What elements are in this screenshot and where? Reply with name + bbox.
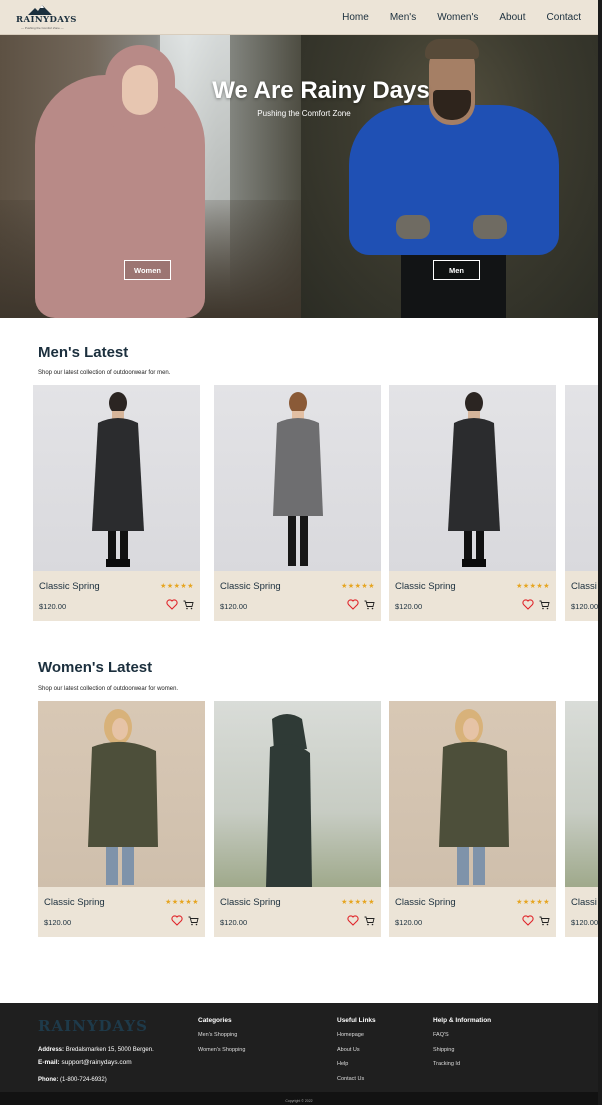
product-image[interactable] <box>565 701 598 887</box>
product-price: $120.00 <box>39 602 67 611</box>
product-card[interactable]: Classic Spring ★★★★★ $120.00 <box>214 385 381 621</box>
womens-section-title: Women's Latest <box>38 659 153 676</box>
product-name[interactable]: Classi <box>571 581 597 592</box>
mens-section-subtitle: Shop our latest collection of outdoorwea… <box>38 370 171 376</box>
product-price: $120.00 <box>220 602 248 611</box>
product-price: $120.00 <box>571 602 598 611</box>
product-name[interactable]: Classic Spring <box>220 581 281 592</box>
footer-link-help[interactable]: Help <box>337 1061 376 1067</box>
site-footer: RAINYDAYS Address: Bredalsmarken 15, 500… <box>0 1003 598 1105</box>
mountain-logo-icon <box>28 5 52 15</box>
heart-icon[interactable] <box>347 599 359 610</box>
product-card[interactable]: Classic Spring ★★★★★ $120.00 <box>33 385 200 621</box>
footer-link-contact[interactable]: Contact Us <box>337 1076 376 1082</box>
footer-email: E-mail: support@rainydays.com <box>38 1059 132 1066</box>
product-image[interactable] <box>33 385 200 571</box>
mens-section-title: Men's Latest <box>38 344 129 361</box>
cart-icon[interactable] <box>364 600 375 610</box>
product-card[interactable]: Classic Spring ★★★★★ $120.00 <box>214 701 381 937</box>
product-price: $120.00 <box>220 918 248 927</box>
product-name[interactable]: Classi <box>571 897 597 908</box>
product-rating: ★★★★★ <box>341 899 375 906</box>
hero-banner: We Are Rainy Days Pushing the Comfort Zo… <box>0 35 598 318</box>
cart-icon[interactable] <box>364 916 375 926</box>
heart-icon[interactable] <box>171 915 183 926</box>
footer-link-faq[interactable]: FAQ'S <box>433 1032 491 1038</box>
scrollbar[interactable] <box>598 0 602 1105</box>
product-rating: ★★★★★ <box>341 583 375 590</box>
brand-logo[interactable]: RAINYDAYS — Pushing the Comfort Zone — <box>16 5 76 31</box>
product-card[interactable]: Classic Spring ★★★★★ $120.00 <box>389 385 556 621</box>
cart-icon[interactable] <box>188 916 199 926</box>
product-price: $120.00 <box>395 918 423 927</box>
womens-section-subtitle: Shop our latest collection of outdoorwea… <box>38 686 179 692</box>
product-price: $120.00 <box>44 918 72 927</box>
footer-useful-links: Useful Links Homepage About Us Help Cont… <box>337 1017 376 1090</box>
heart-icon[interactable] <box>347 915 359 926</box>
product-image[interactable] <box>214 701 381 887</box>
nav-womens[interactable]: Women's <box>437 12 478 23</box>
product-name[interactable]: Classic Spring <box>395 897 456 908</box>
product-card[interactable]: Classi $120.00 <box>565 701 598 937</box>
nav-contact[interactable]: Contact <box>547 12 581 23</box>
product-rating: ★★★★★ <box>165 899 199 906</box>
product-name[interactable]: Classic Spring <box>39 581 100 592</box>
cart-icon[interactable] <box>539 916 550 926</box>
copyright: Copyright © 2022 <box>285 1099 313 1103</box>
product-image[interactable] <box>214 385 381 571</box>
product-name[interactable]: Classic Spring <box>44 897 105 908</box>
logo-text: RAINYDAYS <box>16 15 77 25</box>
footer-link-tracking[interactable]: Tracking Id <box>433 1061 491 1067</box>
footer-link-shipping[interactable]: Shipping <box>433 1047 491 1053</box>
site-header: RAINYDAYS — Pushing the Comfort Zone — H… <box>0 0 598 35</box>
heart-icon[interactable] <box>522 915 534 926</box>
product-name[interactable]: Classic Spring <box>395 581 456 592</box>
page: RAINYDAYS — Pushing the Comfort Zone — H… <box>0 0 602 1105</box>
footer-help-title: Help & Information <box>433 1017 492 1024</box>
product-price: $120.00 <box>395 602 423 611</box>
logo-tagline: — Pushing the Comfort Zone — <box>21 26 64 30</box>
footer-useful-title: Useful Links <box>337 1017 376 1024</box>
product-card[interactable]: Classic Spring ★★★★★ $120.00 <box>38 701 205 937</box>
footer-categories: Categories Men's Shopping Women's Shoppi… <box>198 1017 245 1061</box>
heart-icon[interactable] <box>522 599 534 610</box>
footer-categories-title: Categories <box>198 1017 232 1024</box>
nav-mens[interactable]: Men's <box>390 12 416 23</box>
hero-subtitle: Pushing the Comfort Zone <box>257 109 351 118</box>
footer-help: Help & Information FAQ'S Shipping Tracki… <box>433 1017 491 1076</box>
cart-icon[interactable] <box>539 600 550 610</box>
product-image[interactable] <box>38 701 205 887</box>
cart-icon[interactable] <box>183 600 194 610</box>
footer-link-about[interactable]: About Us <box>337 1047 376 1053</box>
product-rating: ★★★★★ <box>160 583 194 590</box>
product-rating: ★★★★★ <box>516 899 550 906</box>
product-card[interactable]: Classi $120.00 <box>565 385 598 621</box>
product-image[interactable] <box>389 701 556 887</box>
footer-address: Address: Bredalsmarken 15, 5000 Bergen. <box>38 1047 154 1053</box>
product-price: $120.00 <box>571 918 598 927</box>
footer-link-mens-shopping[interactable]: Men's Shopping <box>198 1032 245 1038</box>
footer-phone: Phone: (1-800-724-6932) <box>38 1077 107 1083</box>
product-image[interactable] <box>389 385 556 571</box>
hero-title: We Are Rainy Days <box>212 77 430 104</box>
footer-link-womens-shopping[interactable]: Women's Shopping <box>198 1047 245 1053</box>
product-name[interactable]: Classic Spring <box>220 897 281 908</box>
product-card[interactable]: Classic Spring ★★★★★ $120.00 <box>389 701 556 937</box>
main-nav: Home Men's Women's About Contact <box>321 12 581 23</box>
footer-logo[interactable]: RAINYDAYS <box>38 1017 148 1035</box>
women-button[interactable]: Women <box>124 260 171 280</box>
heart-icon[interactable] <box>166 599 178 610</box>
footer-link-homepage[interactable]: Homepage <box>337 1032 376 1038</box>
nav-about[interactable]: About <box>499 12 525 23</box>
men-button[interactable]: Men <box>433 260 480 280</box>
product-image[interactable] <box>565 385 598 571</box>
nav-home[interactable]: Home <box>342 12 369 23</box>
product-rating: ★★★★★ <box>516 583 550 590</box>
